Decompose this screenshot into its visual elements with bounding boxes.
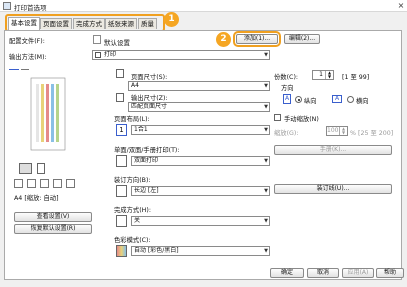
spin-arrows-icon[interactable]: ▲ ▼ xyxy=(339,127,347,135)
profile-label: 配置文件(F): xyxy=(9,38,45,45)
window-title: 打印首选项 xyxy=(14,4,47,12)
scale-label: 缩放(G): xyxy=(274,130,299,137)
page-layout-preview-icon: 1 xyxy=(116,124,127,136)
output-method-select[interactable]: 打印 ▼ xyxy=(92,50,270,60)
page-layout-value: 1合1 xyxy=(134,126,148,133)
duplex-select[interactable]: 双面打印 ▼ xyxy=(131,156,270,166)
page-size-label: 页面尺寸(S): xyxy=(131,74,168,81)
color-icon xyxy=(66,179,75,188)
chevron-down-icon: ▼ xyxy=(264,83,268,89)
output-method-label: 输出方法(M): xyxy=(9,54,47,61)
finishing-value: 关 xyxy=(134,217,141,224)
spin-arrows-icon[interactable]: ▲ ▼ xyxy=(325,71,333,79)
finishing-label: 完成方式(H): xyxy=(114,207,151,214)
profile-doc-icon xyxy=(93,35,101,44)
help-button[interactable]: 帮助 xyxy=(376,268,404,278)
edit-profile-button[interactable]: 编辑(2)... xyxy=(284,34,320,44)
copies-range: [1 至 99] xyxy=(342,74,370,81)
add-profile-button[interactable]: 添加(1)... xyxy=(233,31,281,47)
title-bar: 打印首选项 × xyxy=(0,0,407,12)
binding-icon xyxy=(40,179,49,188)
color-mode-select[interactable]: 自动 [彩色/黑白] ▼ xyxy=(131,246,270,256)
copies-stepper[interactable]: 1 ▲ ▼ xyxy=(312,70,334,80)
scale-value: 100 xyxy=(327,127,339,134)
manual-scaling-checkbox[interactable] xyxy=(274,114,281,121)
chevron-down-icon: ▼ xyxy=(264,127,268,133)
printer-stack-icon xyxy=(19,163,32,174)
preview-area xyxy=(6,70,91,162)
copies-label: 份数(C): xyxy=(274,74,299,81)
output-method-value: 打印 xyxy=(104,51,117,58)
collate-icon xyxy=(116,215,127,227)
ok-button[interactable]: 确定 xyxy=(270,268,304,278)
page-layout-select[interactable]: 1合1 ▼ xyxy=(131,125,270,135)
finishing-select[interactable]: 关 ▼ xyxy=(131,216,270,226)
page-size-icon xyxy=(116,69,124,78)
page-layout-icon xyxy=(14,179,23,188)
callout-badge-2: 2 xyxy=(216,32,231,47)
landscape-label: 横向 xyxy=(356,98,369,105)
landscape-icon: A xyxy=(332,95,342,103)
output-size-icon xyxy=(116,93,124,102)
copies-value: 1 xyxy=(319,71,323,78)
output-size-label: 输出尺寸(Z): xyxy=(131,95,168,102)
duplex-label: 单面/双面/手册打印(T): xyxy=(114,147,180,154)
page-size-select[interactable]: A4 ▼ xyxy=(128,81,270,91)
duplex-icon xyxy=(27,179,36,188)
booklet-button[interactable]: 手册(K)... xyxy=(274,145,392,155)
duplex-print-icon xyxy=(116,155,127,167)
preview-page xyxy=(30,77,66,151)
portrait-radio[interactable] xyxy=(295,96,302,103)
restore-defaults-button[interactable]: 恢复默认设置(R) xyxy=(14,224,92,234)
apply-button[interactable]: 应用(A) xyxy=(342,268,374,278)
chevron-down-icon: ▼ xyxy=(264,218,268,224)
chevron-down-icon: ▼ xyxy=(264,188,268,194)
output-size-select[interactable]: 匹配页面尺寸 ▼ xyxy=(128,102,270,112)
chevron-down-icon: ▼ xyxy=(264,158,268,164)
scale-stepper[interactable]: 100 ▲ ▼ xyxy=(326,126,348,136)
portrait-icon: A xyxy=(283,94,291,104)
view-settings-button[interactable]: 查看设置(V) xyxy=(14,212,92,222)
gutter-button[interactable]: 装订线(U)... xyxy=(274,184,392,194)
scale-range: % [25 至 200] xyxy=(350,130,394,137)
chevron-down-icon: ▼ xyxy=(264,248,268,254)
cancel-button[interactable]: 取消 xyxy=(307,268,339,278)
paper-icon xyxy=(37,163,45,174)
manual-scaling-label: 手动缩放(N) xyxy=(284,116,319,123)
portrait-label: 纵向 xyxy=(304,98,317,105)
chevron-down-icon: ▼ xyxy=(264,52,268,58)
profile-value[interactable]: 默认设置 xyxy=(104,37,130,47)
output-size-value: 匹配页面尺寸 xyxy=(131,103,168,110)
close-icon[interactable]: × xyxy=(395,0,407,12)
color-mode-icon xyxy=(116,245,127,257)
staple-icon xyxy=(53,179,62,188)
color-mode-value: 自动 [彩色/黑白] xyxy=(134,247,179,254)
page-size-value: A4 xyxy=(131,82,139,89)
landscape-radio[interactable] xyxy=(347,96,354,103)
binding-select[interactable]: 长边 [左] ▼ xyxy=(131,186,270,196)
binding-label: 装订方向(B): xyxy=(114,177,151,184)
duplex-value: 双面打印 xyxy=(134,157,159,164)
color-mode-label: 色彩模式(C): xyxy=(114,237,151,244)
chevron-down-icon: ▼ xyxy=(264,104,268,110)
orientation-label: 方向 xyxy=(281,85,294,92)
preview-caption: A4 [缩放: 自动] xyxy=(14,195,59,202)
page-layout-label: 页面布局(L): xyxy=(114,116,150,123)
binding-value: 长边 [左] xyxy=(134,187,159,194)
binding-location-icon xyxy=(116,185,127,197)
printer-icon xyxy=(95,51,101,58)
printer-app-icon xyxy=(3,2,11,10)
callout-badge-1: 1 xyxy=(164,12,179,27)
